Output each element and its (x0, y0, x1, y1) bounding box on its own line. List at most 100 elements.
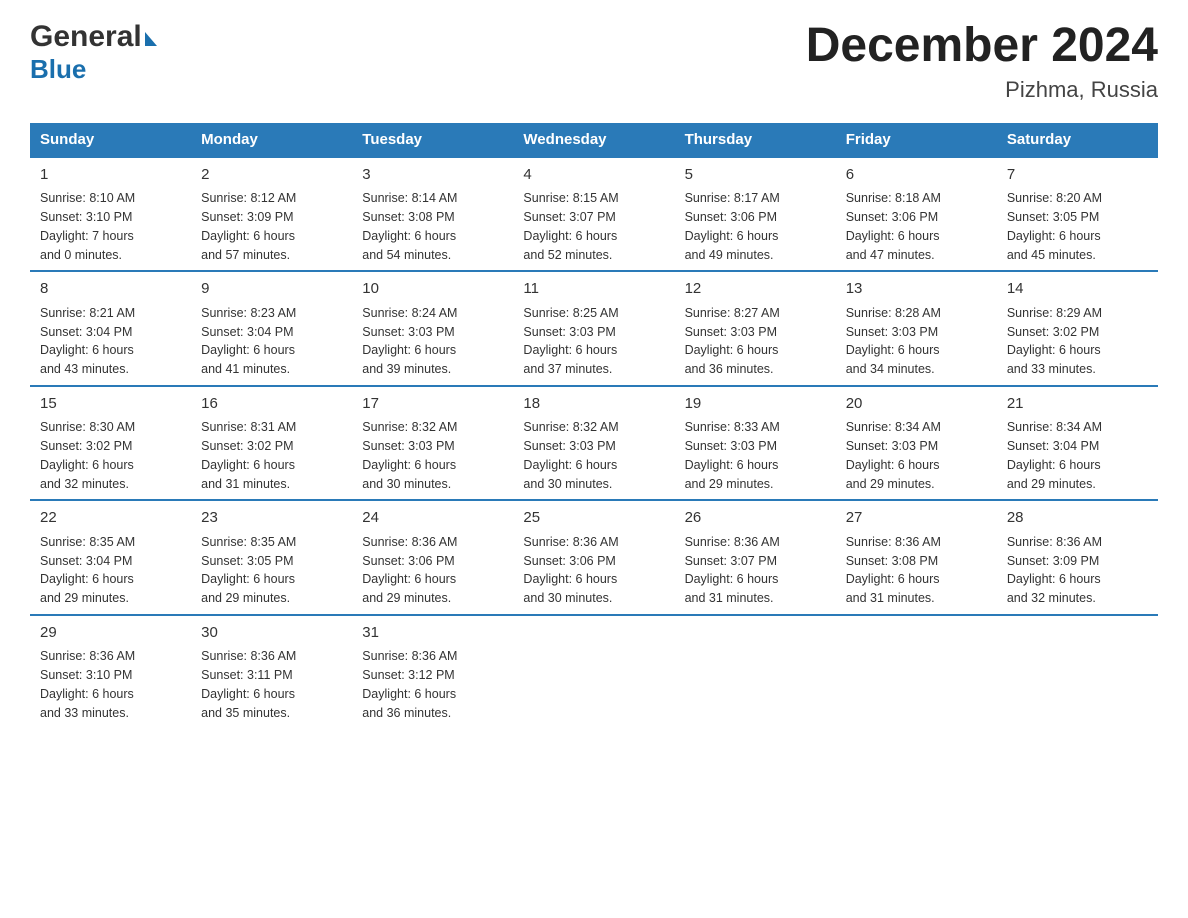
table-row (836, 615, 997, 729)
table-row: 6 Sunrise: 8:18 AMSunset: 3:06 PMDayligh… (836, 157, 997, 272)
day-info: Sunrise: 8:36 AMSunset: 3:07 PMDaylight:… (685, 533, 826, 608)
header-tuesday: Tuesday (352, 123, 513, 157)
calendar-week-row: 1 Sunrise: 8:10 AMSunset: 3:10 PMDayligh… (30, 157, 1158, 272)
page-header: General Blue December 2024 Pizhma, Russi… (30, 20, 1158, 103)
table-row: 26 Sunrise: 8:36 AMSunset: 3:07 PMDaylig… (675, 500, 836, 615)
day-number: 12 (685, 278, 826, 301)
table-row: 22 Sunrise: 8:35 AMSunset: 3:04 PMDaylig… (30, 500, 191, 615)
day-number: 22 (40, 507, 181, 530)
calendar-title: December 2024 (806, 20, 1158, 73)
day-info: Sunrise: 8:34 AMSunset: 3:04 PMDaylight:… (1007, 418, 1148, 493)
day-number: 23 (201, 507, 342, 530)
logo-general: General (30, 20, 142, 54)
header-thursday: Thursday (675, 123, 836, 157)
table-row: 17 Sunrise: 8:32 AMSunset: 3:03 PMDaylig… (352, 386, 513, 501)
table-row: 20 Sunrise: 8:34 AMSunset: 3:03 PMDaylig… (836, 386, 997, 501)
table-row: 4 Sunrise: 8:15 AMSunset: 3:07 PMDayligh… (513, 157, 674, 272)
calendar-week-row: 29 Sunrise: 8:36 AMSunset: 3:10 PMDaylig… (30, 615, 1158, 729)
logo-arrow-icon (145, 32, 157, 46)
day-info: Sunrise: 8:10 AMSunset: 3:10 PMDaylight:… (40, 189, 181, 264)
day-info: Sunrise: 8:24 AMSunset: 3:03 PMDaylight:… (362, 304, 503, 379)
header-monday: Monday (191, 123, 352, 157)
day-number: 11 (523, 278, 664, 301)
day-info: Sunrise: 8:35 AMSunset: 3:04 PMDaylight:… (40, 533, 181, 608)
table-row: 31 Sunrise: 8:36 AMSunset: 3:12 PMDaylig… (352, 615, 513, 729)
day-info: Sunrise: 8:18 AMSunset: 3:06 PMDaylight:… (846, 189, 987, 264)
logo-blue: Blue (30, 54, 157, 85)
day-number: 28 (1007, 507, 1148, 530)
day-info: Sunrise: 8:34 AMSunset: 3:03 PMDaylight:… (846, 418, 987, 493)
day-info: Sunrise: 8:36 AMSunset: 3:09 PMDaylight:… (1007, 533, 1148, 608)
table-row: 28 Sunrise: 8:36 AMSunset: 3:09 PMDaylig… (997, 500, 1158, 615)
table-row (513, 615, 674, 729)
table-row: 24 Sunrise: 8:36 AMSunset: 3:06 PMDaylig… (352, 500, 513, 615)
table-row: 30 Sunrise: 8:36 AMSunset: 3:11 PMDaylig… (191, 615, 352, 729)
day-number: 24 (362, 507, 503, 530)
table-row: 14 Sunrise: 8:29 AMSunset: 3:02 PMDaylig… (997, 271, 1158, 386)
day-number: 16 (201, 393, 342, 416)
table-row: 3 Sunrise: 8:14 AMSunset: 3:08 PMDayligh… (352, 157, 513, 272)
calendar-header-row: Sunday Monday Tuesday Wednesday Thursday… (30, 123, 1158, 157)
calendar-subtitle: Pizhma, Russia (806, 77, 1158, 103)
day-info: Sunrise: 8:23 AMSunset: 3:04 PMDaylight:… (201, 304, 342, 379)
day-number: 19 (685, 393, 826, 416)
table-row: 10 Sunrise: 8:24 AMSunset: 3:03 PMDaylig… (352, 271, 513, 386)
table-row: 13 Sunrise: 8:28 AMSunset: 3:03 PMDaylig… (836, 271, 997, 386)
table-row (997, 615, 1158, 729)
table-row: 16 Sunrise: 8:31 AMSunset: 3:02 PMDaylig… (191, 386, 352, 501)
day-info: Sunrise: 8:29 AMSunset: 3:02 PMDaylight:… (1007, 304, 1148, 379)
day-info: Sunrise: 8:36 AMSunset: 3:08 PMDaylight:… (846, 533, 987, 608)
day-number: 1 (40, 164, 181, 187)
day-number: 10 (362, 278, 503, 301)
day-number: 7 (1007, 164, 1148, 187)
day-info: Sunrise: 8:20 AMSunset: 3:05 PMDaylight:… (1007, 189, 1148, 264)
table-row: 8 Sunrise: 8:21 AMSunset: 3:04 PMDayligh… (30, 271, 191, 386)
day-number: 21 (1007, 393, 1148, 416)
table-row: 11 Sunrise: 8:25 AMSunset: 3:03 PMDaylig… (513, 271, 674, 386)
day-number: 6 (846, 164, 987, 187)
day-number: 20 (846, 393, 987, 416)
day-number: 18 (523, 393, 664, 416)
day-number: 4 (523, 164, 664, 187)
day-number: 15 (40, 393, 181, 416)
title-section: December 2024 Pizhma, Russia (806, 20, 1158, 103)
header-friday: Friday (836, 123, 997, 157)
day-info: Sunrise: 8:32 AMSunset: 3:03 PMDaylight:… (523, 418, 664, 493)
header-wednesday: Wednesday (513, 123, 674, 157)
table-row (675, 615, 836, 729)
table-row: 23 Sunrise: 8:35 AMSunset: 3:05 PMDaylig… (191, 500, 352, 615)
day-info: Sunrise: 8:36 AMSunset: 3:06 PMDaylight:… (362, 533, 503, 608)
table-row: 21 Sunrise: 8:34 AMSunset: 3:04 PMDaylig… (997, 386, 1158, 501)
table-row: 15 Sunrise: 8:30 AMSunset: 3:02 PMDaylig… (30, 386, 191, 501)
day-number: 26 (685, 507, 826, 530)
table-row: 27 Sunrise: 8:36 AMSunset: 3:08 PMDaylig… (836, 500, 997, 615)
day-number: 8 (40, 278, 181, 301)
logo: General Blue (30, 20, 157, 85)
table-row: 19 Sunrise: 8:33 AMSunset: 3:03 PMDaylig… (675, 386, 836, 501)
day-info: Sunrise: 8:36 AMSunset: 3:12 PMDaylight:… (362, 647, 503, 722)
day-info: Sunrise: 8:31 AMSunset: 3:02 PMDaylight:… (201, 418, 342, 493)
day-number: 27 (846, 507, 987, 530)
day-number: 31 (362, 622, 503, 645)
day-info: Sunrise: 8:35 AMSunset: 3:05 PMDaylight:… (201, 533, 342, 608)
day-info: Sunrise: 8:33 AMSunset: 3:03 PMDaylight:… (685, 418, 826, 493)
table-row: 12 Sunrise: 8:27 AMSunset: 3:03 PMDaylig… (675, 271, 836, 386)
day-info: Sunrise: 8:36 AMSunset: 3:06 PMDaylight:… (523, 533, 664, 608)
day-number: 5 (685, 164, 826, 187)
day-info: Sunrise: 8:36 AMSunset: 3:10 PMDaylight:… (40, 647, 181, 722)
day-info: Sunrise: 8:36 AMSunset: 3:11 PMDaylight:… (201, 647, 342, 722)
day-number: 13 (846, 278, 987, 301)
day-number: 17 (362, 393, 503, 416)
table-row: 9 Sunrise: 8:23 AMSunset: 3:04 PMDayligh… (191, 271, 352, 386)
header-sunday: Sunday (30, 123, 191, 157)
table-row: 29 Sunrise: 8:36 AMSunset: 3:10 PMDaylig… (30, 615, 191, 729)
day-info: Sunrise: 8:32 AMSunset: 3:03 PMDaylight:… (362, 418, 503, 493)
day-number: 29 (40, 622, 181, 645)
calendar-week-row: 15 Sunrise: 8:30 AMSunset: 3:02 PMDaylig… (30, 386, 1158, 501)
day-info: Sunrise: 8:17 AMSunset: 3:06 PMDaylight:… (685, 189, 826, 264)
day-info: Sunrise: 8:15 AMSunset: 3:07 PMDaylight:… (523, 189, 664, 264)
day-number: 9 (201, 278, 342, 301)
day-number: 14 (1007, 278, 1148, 301)
table-row: 25 Sunrise: 8:36 AMSunset: 3:06 PMDaylig… (513, 500, 674, 615)
table-row: 7 Sunrise: 8:20 AMSunset: 3:05 PMDayligh… (997, 157, 1158, 272)
